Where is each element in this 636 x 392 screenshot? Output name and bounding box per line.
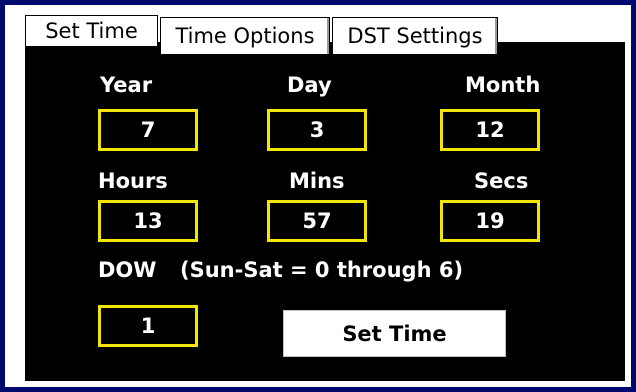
- hours-label: Hours: [98, 169, 168, 193]
- mins-value: 57: [302, 209, 332, 233]
- tab-set-time-label: Set Time: [45, 19, 138, 43]
- dow-hint: (Sun-Sat = 0 through 6): [180, 258, 464, 282]
- day-label: Day: [287, 73, 332, 97]
- month-value: 12: [475, 118, 505, 142]
- month-label: Month: [465, 73, 541, 97]
- dow-field[interactable]: 1: [98, 305, 198, 347]
- day-value: 3: [309, 118, 325, 142]
- hours-value: 13: [133, 209, 163, 233]
- hours-field[interactable]: 13: [98, 200, 198, 242]
- dow-label: DOW: [98, 258, 157, 282]
- dialog-frame: Set Time Time Options DST Settings Year …: [5, 5, 631, 387]
- secs-label: Secs: [474, 169, 529, 193]
- tab-time-options-label: Time Options: [175, 24, 315, 48]
- set-time-button-label: Set Time: [342, 321, 447, 346]
- secs-value: 19: [475, 209, 505, 233]
- month-field[interactable]: 12: [440, 109, 540, 151]
- tab-time-options[interactable]: Time Options: [160, 17, 330, 54]
- tab-dst-settings-label: DST Settings: [347, 24, 483, 48]
- mins-field[interactable]: 57: [267, 200, 367, 242]
- year-value: 7: [140, 118, 156, 142]
- tab-set-time[interactable]: Set Time: [25, 15, 158, 46]
- tab-dst-settings[interactable]: DST Settings: [332, 17, 498, 54]
- day-field[interactable]: 3: [267, 109, 367, 151]
- dow-value: 1: [140, 314, 156, 338]
- year-field[interactable]: 7: [98, 109, 198, 151]
- secs-field[interactable]: 19: [440, 200, 540, 242]
- mins-label: Mins: [289, 169, 345, 193]
- year-label: Year: [100, 73, 153, 97]
- set-time-button[interactable]: Set Time: [283, 310, 506, 357]
